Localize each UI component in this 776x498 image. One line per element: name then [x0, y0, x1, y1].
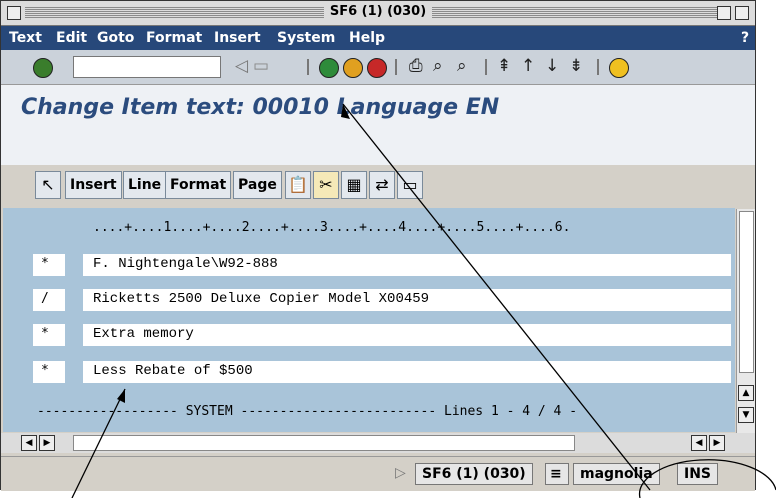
title-area: Change Item text: 00010 Language EN — [1, 85, 755, 165]
screen-icon[interactable]: ▭ — [397, 171, 423, 199]
command-field[interactable] — [73, 56, 221, 78]
menu-format[interactable]: Format — [146, 30, 202, 46]
horizontal-scrollbar[interactable]: ◀ ▶ ◀ ▶ — [1, 433, 755, 453]
scroll-right-icon[interactable]: ▶ — [39, 435, 55, 451]
scroll-left-icon[interactable]: ◀ — [21, 435, 37, 451]
menu-edit[interactable]: Edit — [56, 30, 87, 46]
find-icon[interactable]: ⌕ — [433, 57, 443, 75]
cancel-icon[interactable] — [367, 58, 387, 78]
first-page-icon[interactable]: ⇞ — [497, 57, 511, 75]
horizontal-scroll-thumb[interactable] — [73, 435, 575, 451]
page-button[interactable]: Page — [233, 171, 282, 199]
last-page-icon[interactable]: ⇟ — [569, 57, 583, 75]
menu-help[interactable]: Help — [349, 30, 385, 46]
scroll-up-icon[interactable]: ▲ — [738, 385, 754, 401]
insert-button[interactable]: Insert — [65, 171, 122, 199]
server-field: magnolia — [573, 463, 660, 485]
text-line[interactable]: F. Nightengale\W92-888 — [83, 254, 731, 276]
select-cursor-icon[interactable]: ↖ — [35, 171, 61, 199]
move-icon[interactable]: ⇄ — [369, 171, 395, 199]
menu-goto[interactable]: Goto — [97, 30, 134, 46]
scroll-right-icon[interactable]: ▶ — [709, 435, 725, 451]
sap-window: SF6 (1) (030) Text Edit Goto Format Inse… — [0, 0, 756, 491]
format-cell[interactable]: * — [33, 254, 65, 276]
next-page-icon[interactable]: ↓ — [545, 57, 559, 75]
arrow-left-icon[interactable]: ◁ — [235, 57, 248, 75]
vertical-scroll-thumb[interactable] — [739, 211, 754, 373]
menu-bar: Text Edit Goto Format Insert System Help… — [1, 26, 755, 50]
format-cell[interactable]: * — [33, 324, 65, 346]
paste-icon[interactable]: 📋 — [285, 171, 311, 199]
find-next-icon[interactable]: ⌕ — [457, 57, 467, 75]
scroll-down-icon[interactable]: ▼ — [738, 407, 754, 423]
copy-icon[interactable]: ▦ — [341, 171, 367, 199]
format-button[interactable]: Format — [165, 171, 232, 199]
format-cell[interactable]: / — [33, 289, 65, 311]
exit-icon[interactable] — [343, 58, 363, 78]
save-icon[interactable]: ▭ — [253, 57, 269, 75]
mode-field: INS — [677, 463, 719, 485]
format-cell[interactable]: * — [33, 361, 65, 383]
scroll-left-icon[interactable]: ◀ — [691, 435, 707, 451]
page-title: Change Item text: 00010 Language EN — [21, 95, 500, 120]
system-field: SF6 (1) (030) — [415, 463, 533, 485]
text-line[interactable]: Less Rebate of $500 — [83, 361, 731, 383]
system-list-icon[interactable]: ≡ — [545, 463, 569, 485]
text-line[interactable]: Extra memory — [83, 324, 731, 346]
previous-page-icon[interactable]: ↑ — [521, 57, 535, 75]
line-button[interactable]: Line — [123, 171, 167, 199]
application-toolbar-row: ↖ Insert Line Format Page 📋 ✂ ▦ ⇄ ▭ — [1, 171, 755, 205]
back-icon[interactable] — [319, 58, 339, 78]
standard-toolbar: ◁ ▭ ⎙ ⌕ ⌕ ⇞ ↑ ↓ ⇟ — [1, 50, 755, 85]
ruler: ....+....1....+....2....+....3....+....4… — [93, 220, 571, 235]
text-line[interactable]: Ricketts 2500 Deluxe Copier Model X00459 — [83, 289, 731, 311]
menu-system[interactable]: System — [277, 30, 335, 46]
enter-check-icon[interactable] — [33, 58, 53, 78]
vertical-scrollbar[interactable]: ▲ ▼ — [736, 209, 755, 433]
menu-text[interactable]: Text — [9, 30, 42, 46]
window-title: SF6 (1) (030) — [323, 4, 433, 19]
help-question-icon[interactable]: ? — [741, 30, 749, 46]
system-status-line: ------------------ SYSTEM --------------… — [37, 404, 578, 419]
status-toggle-icon[interactable]: ▷ — [395, 465, 406, 481]
cut-icon[interactable]: ✂ — [313, 171, 339, 199]
title-bar: SF6 (1) (030) — [1, 1, 755, 26]
zoom-box-icon[interactable] — [717, 6, 731, 20]
status-bar: ▷ SF6 (1) (030) ≡ magnolia INS — [1, 456, 755, 491]
print-icon[interactable]: ⎙ — [409, 57, 423, 75]
text-editor: ....+....1....+....2....+....3....+....4… — [3, 208, 735, 432]
menu-insert[interactable]: Insert — [214, 30, 261, 46]
collapse-box-icon[interactable] — [735, 6, 749, 20]
help-icon[interactable] — [609, 58, 629, 78]
